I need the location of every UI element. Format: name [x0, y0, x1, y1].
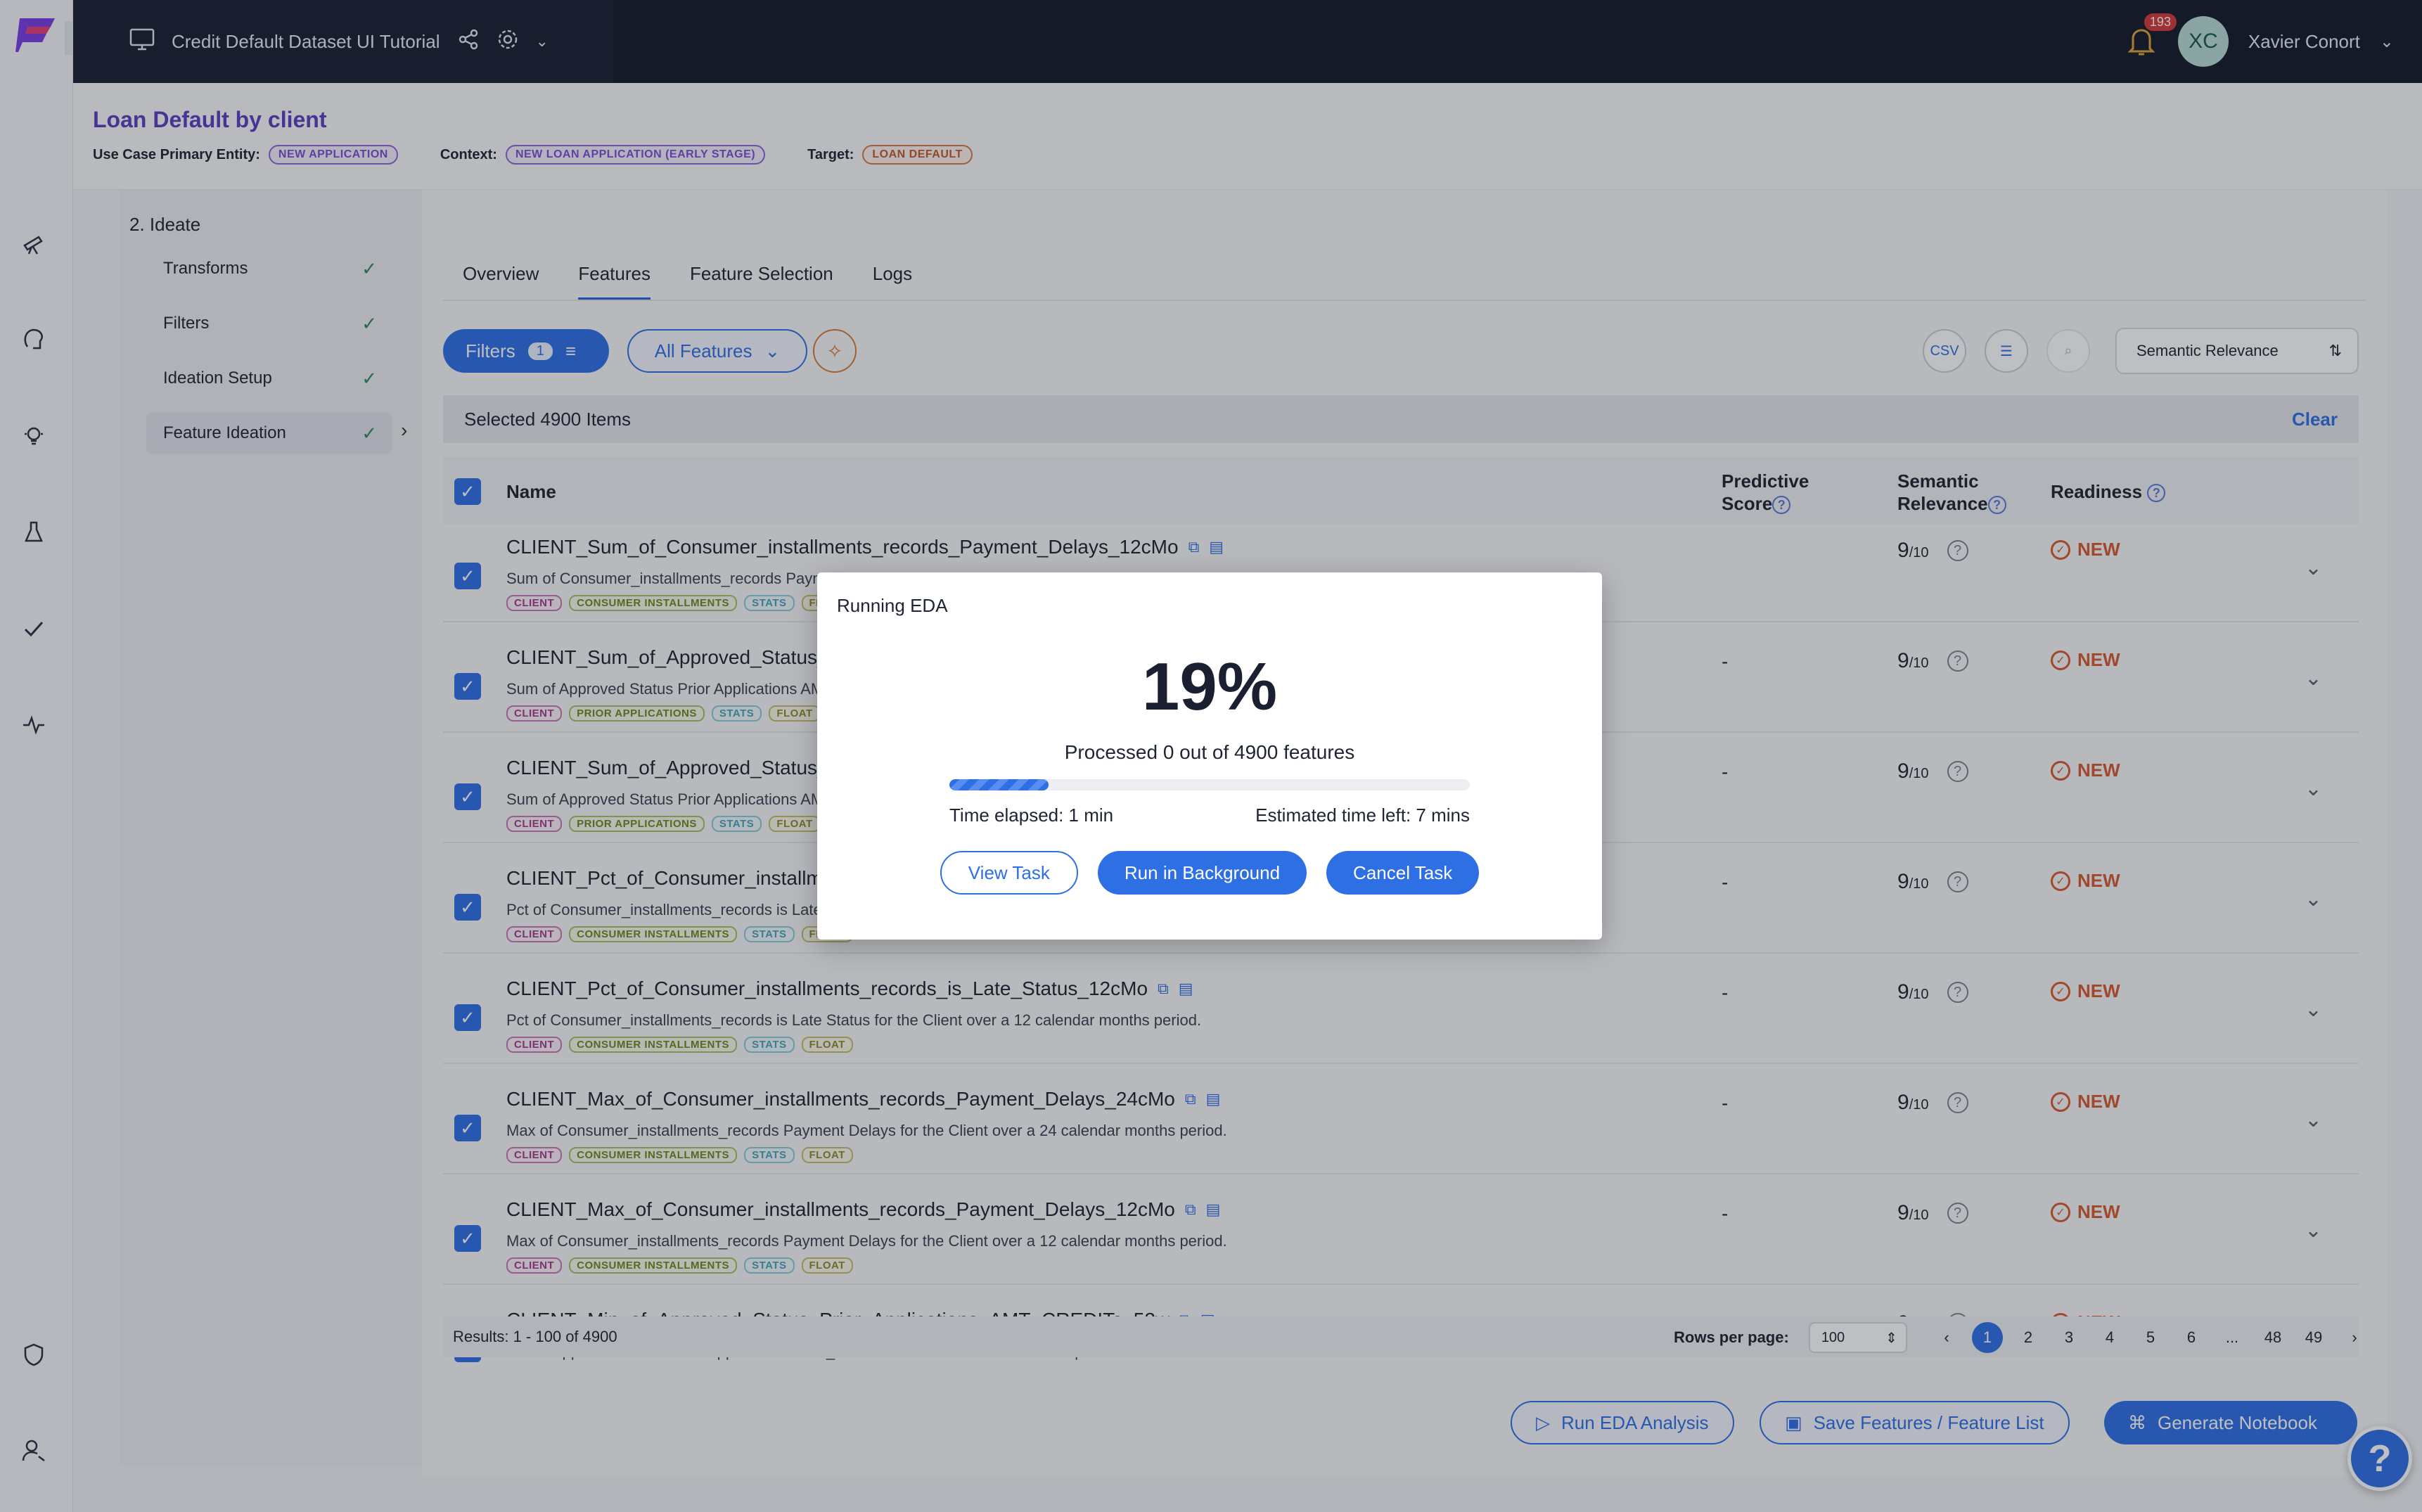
processed-count: Processed 0 out of 4900 features [1064, 741, 1355, 763]
run-in-background-button[interactable]: Run in Background [1097, 851, 1307, 895]
view-task-button[interactable]: View Task [940, 851, 1078, 895]
time-elapsed: Time elapsed: 1 min [949, 805, 1114, 826]
time-left: Estimated time left: 7 mins [1255, 805, 1470, 826]
progress-bar [949, 779, 1470, 790]
dialog-title: Running EDA [837, 595, 948, 616]
running-eda-dialog: Running EDA 19% Processed 0 out of 4900 … [817, 572, 1602, 940]
progress-percent: 19% [1141, 649, 1278, 724]
cancel-task-button[interactable]: Cancel Task [1326, 851, 1480, 895]
progress-bar-fill [949, 779, 1049, 790]
